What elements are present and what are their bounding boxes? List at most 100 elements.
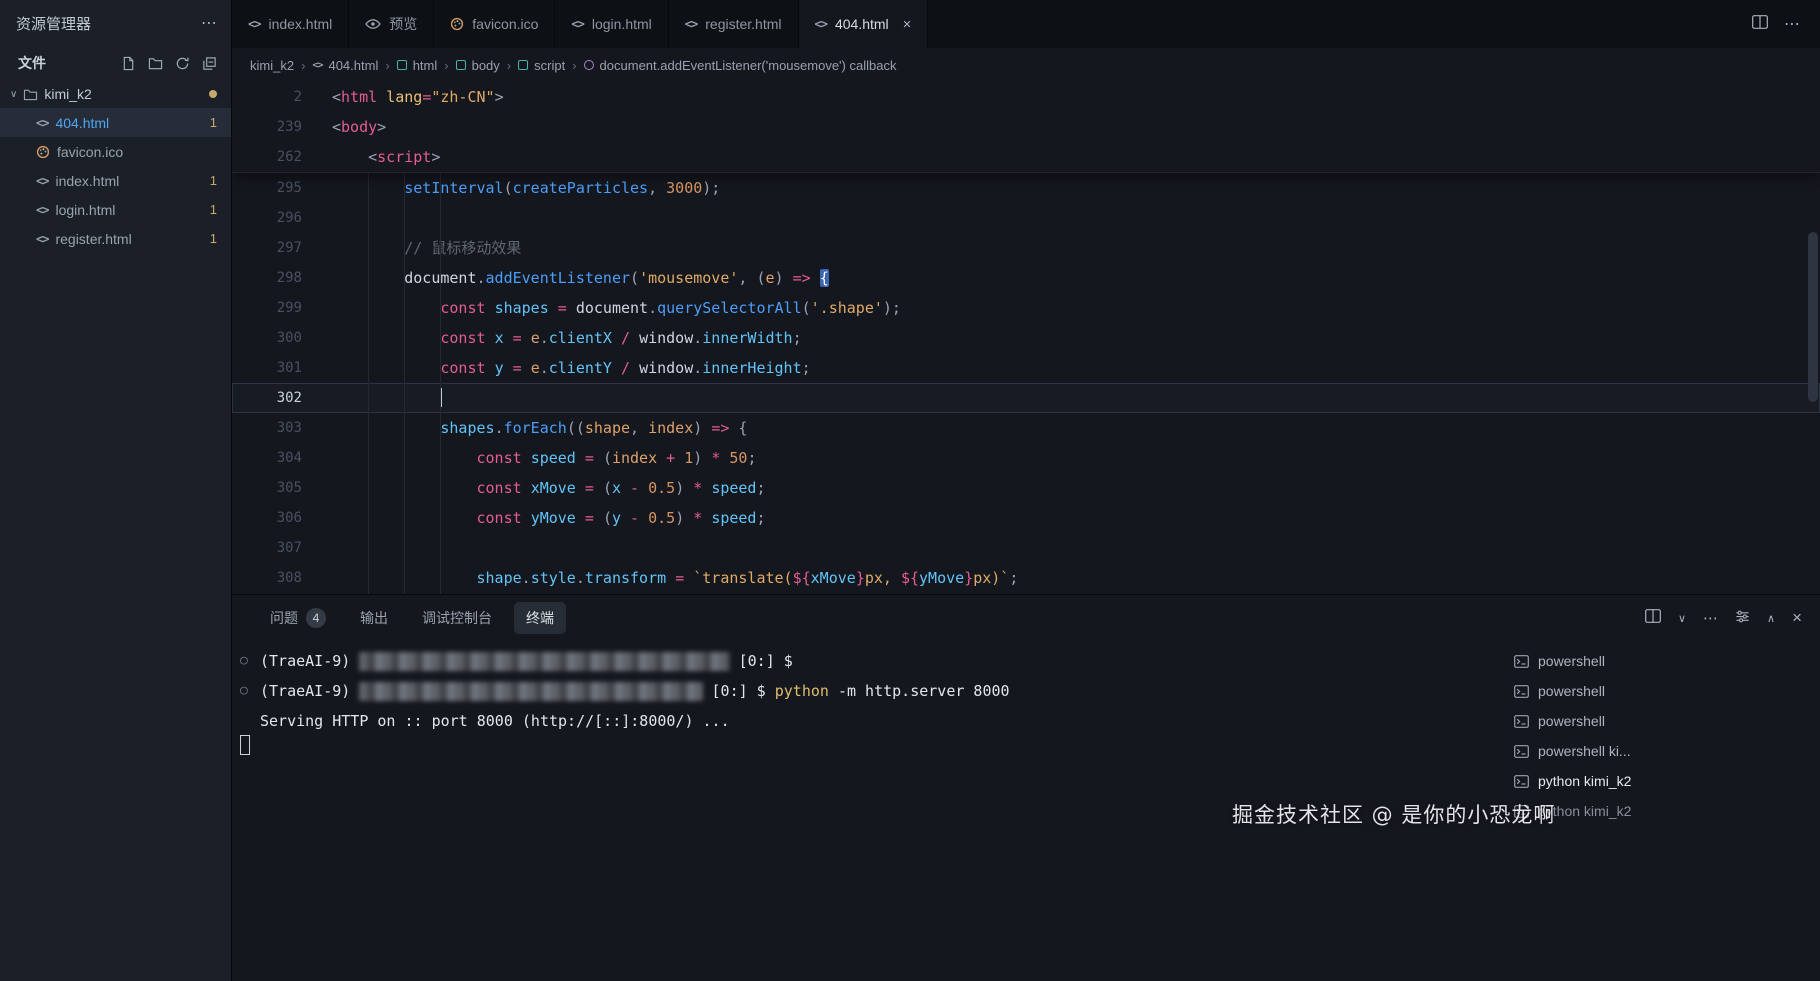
terminal-list-item[interactable]: powershell ki...	[1490, 736, 1820, 766]
code-text: const xMove = (x - 0.5) * speed;	[476, 479, 766, 497]
problem-badge: 1	[209, 202, 217, 217]
breadcrumb-item[interactable]: <> 404.html	[312, 58, 378, 73]
refresh-icon[interactable]	[175, 56, 190, 71]
breadcrumb-item[interactable]: body	[455, 57, 500, 73]
folder-icon	[23, 88, 38, 101]
code-text: const speed = (index + 1) * 50;	[476, 449, 757, 467]
code-line[interactable]: 299 const shapes = document.querySelecto…	[232, 293, 1820, 323]
code-line[interactable]: 298 document.addEventListener('mousemove…	[232, 263, 1820, 293]
panel-tab-调试控制台[interactable]: 调试控制台	[410, 602, 504, 634]
file-name: login.html	[55, 201, 116, 218]
explorer-title: 资源管理器	[16, 15, 92, 33]
tab-预览[interactable]: 预览	[349, 0, 435, 48]
code-line[interactable]: 297 // 鼠标移动效果	[232, 233, 1820, 263]
file-list: <> 404.html 1 favicon.ico <> index.html 1 <> log…	[0, 108, 231, 253]
line-number: 308	[276, 570, 302, 586]
symbol-icon	[583, 60, 594, 70]
panel-tab-终端[interactable]: 终端	[514, 602, 566, 634]
line-number: 299	[276, 300, 302, 316]
file-row-404.html[interactable]: <> 404.html 1	[0, 108, 231, 137]
breadcrumb-separator: ›	[385, 57, 390, 73]
panel-tab-输出[interactable]: 输出	[348, 602, 400, 634]
collapse-all-icon[interactable]	[202, 56, 217, 71]
file-row-login.html[interactable]: <> login.html 1	[0, 195, 231, 224]
panel-body: ○ (TraeAI-9) [0:] $ ○ (TraeAI-9) [0:] $ pyt…	[232, 641, 1820, 981]
code-line[interactable]: 303 shapes.forEach((shape, index) => {	[232, 413, 1820, 443]
file-row-favicon.ico[interactable]: favicon.ico	[0, 137, 231, 166]
code-line[interactable]: 301 const y = e.clientY / window.innerHe…	[232, 353, 1820, 383]
code-line[interactable]: 296	[232, 203, 1820, 233]
command-marker: ○	[240, 653, 248, 668]
line-number: 306	[276, 510, 302, 526]
tab-label: login.html	[591, 16, 652, 32]
terminal-text: (TraeAI-9) [0:] $ python -m http.server …	[260, 682, 1010, 701]
code-text: // 鼠标移动效果	[404, 239, 522, 257]
html-icon: <>	[36, 173, 49, 188]
panel-tab-问题[interactable]: 问题 4	[258, 602, 338, 634]
code-line[interactable]: 239 <body>	[232, 112, 1820, 142]
code-line[interactable]: 2 <html lang="zh-CN">	[232, 82, 1820, 112]
panel-actions: ∨ ⋯ ∧ ×	[1645, 608, 1802, 628]
terminal-list-item[interactable]: powershell	[1490, 676, 1820, 706]
terminal-list-item[interactable]: powershell	[1490, 706, 1820, 736]
code-line[interactable]: 306 const yMove = (y - 0.5) * speed;	[232, 503, 1820, 533]
code-line[interactable]: 305 const xMove = (x - 0.5) * speed;	[232, 473, 1820, 503]
breadcrumb-label: body	[471, 57, 500, 73]
terminal-icon	[1514, 714, 1529, 728]
close-tab-icon[interactable]: ×	[903, 16, 912, 33]
maximize-panel-icon[interactable]: ∧	[1767, 612, 1775, 625]
terminal-label: powershell	[1538, 683, 1605, 699]
code-text: <html lang="zh-CN">	[332, 88, 504, 106]
line-number: 239	[276, 119, 302, 135]
code-line[interactable]: 302	[232, 383, 1820, 413]
tab-login.html[interactable]: <> login.html	[555, 0, 669, 48]
tab-register.html[interactable]: <> register.html	[668, 0, 799, 48]
code-text: <script>	[368, 148, 441, 166]
close-panel-icon[interactable]: ×	[1792, 608, 1802, 628]
panel-tab-label: 输出	[360, 610, 388, 626]
tab-favicon.ico[interactable]: favicon.ico	[434, 0, 556, 48]
code-text: <body>	[332, 118, 387, 136]
code-line[interactable]: 262 <script>	[232, 142, 1820, 172]
breadcrumb-item[interactable]: document.addEventListener('mousemove') c…	[583, 58, 896, 73]
code-editor[interactable]: 2 <html lang="zh-CN"> 239 <body> 262 <script…	[232, 82, 1820, 594]
text-cursor	[440, 388, 443, 407]
code-line[interactable]: 307	[232, 533, 1820, 563]
split-terminal-icon[interactable]	[1645, 609, 1661, 627]
problem-badge: 1	[209, 115, 217, 130]
code-line[interactable]: 308 shape.style.transform = `translate($…	[232, 563, 1820, 593]
problems-count-badge: 4	[306, 608, 326, 628]
element-icon	[396, 60, 407, 70]
file-row-register.html[interactable]: <> register.html 1	[0, 224, 231, 253]
folder-row-kimi_k2[interactable]: ∨ kimi_k2	[0, 80, 231, 108]
more-actions-icon[interactable]: ⋯	[1703, 609, 1718, 627]
terminal-list-item[interactable]: python kimi_k2	[1490, 766, 1820, 796]
tab-404.html[interactable]: <> 404.html ×	[798, 0, 929, 48]
code-text	[332, 383, 1820, 413]
html-icon: <>	[36, 231, 49, 246]
new-file-icon[interactable]	[121, 56, 136, 71]
terminal-list-item[interactable]: powershell	[1490, 646, 1820, 676]
line-number: 307	[276, 540, 302, 556]
tab-label: 404.html	[834, 16, 889, 32]
editor-more-icon[interactable]: ⋯	[1784, 14, 1800, 34]
breadcrumb-item[interactable]: html	[396, 58, 437, 73]
code-line[interactable]: 295 setInterval(createParticles, 3000);	[232, 173, 1820, 203]
split-editor-icon[interactable]	[1752, 14, 1768, 34]
file-row-index.html[interactable]: <> index.html 1	[0, 166, 231, 195]
line-number: 302	[276, 390, 302, 406]
command-marker	[240, 735, 260, 767]
configure-icon[interactable]	[1735, 609, 1750, 628]
line-number: 295	[276, 180, 302, 196]
code-line[interactable]: 304 const speed = (index + 1) * 50;	[232, 443, 1820, 473]
breadcrumb-separator: ›	[301, 57, 306, 73]
tab-index.html[interactable]: <> index.html	[232, 0, 350, 48]
breadcrumb-item[interactable]: kimi_k2	[250, 58, 294, 73]
scrollbar-thumb[interactable]	[1808, 232, 1818, 402]
chevron-down-icon[interactable]: ∨	[1678, 612, 1686, 625]
explorer-more-icon[interactable]: ⋯	[201, 13, 217, 33]
code-line[interactable]: 300 const x = e.clientX / window.innerWi…	[232, 323, 1820, 353]
new-folder-icon[interactable]	[148, 56, 163, 71]
breadcrumb-item[interactable]: script	[518, 58, 565, 73]
